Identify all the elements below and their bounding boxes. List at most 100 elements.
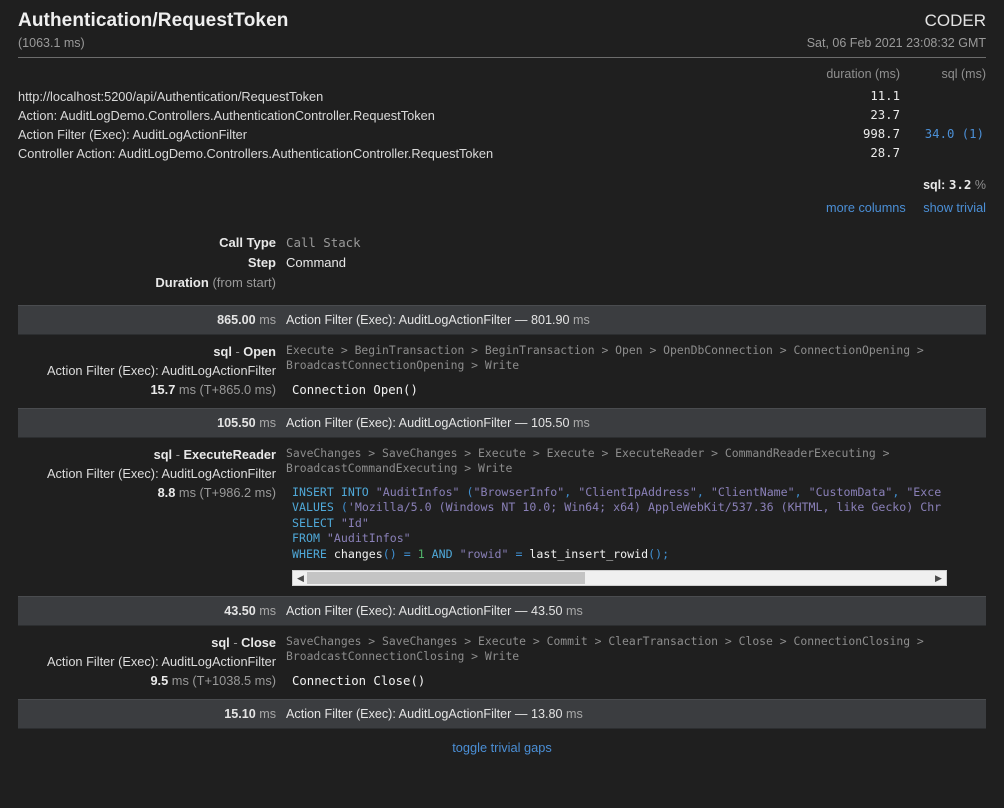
sql-percent-label: sql: (923, 178, 946, 192)
query-call-type-prefix: sql (153, 447, 173, 462)
sql-percent-unit: % (974, 178, 986, 192)
query-command: Connection Open() (292, 383, 418, 397)
query-duration-offset: (T+865.0 ms) (199, 382, 276, 397)
query-meta: sql - Close Action Filter (Exec): AuditL… (18, 634, 286, 689)
gap-description-text: Action Filter (Exec): AuditLogActionFilt… (286, 313, 570, 327)
gap-description: Action Filter (Exec): AuditLogActionFilt… (286, 313, 590, 327)
gap-duration-unit: ms (259, 313, 276, 327)
scroll-right-arrow-icon[interactable]: ▶ (932, 571, 945, 585)
legend-row-step: Step Command (18, 253, 986, 273)
table-row[interactable]: Controller Action: AuditLogDemo.Controll… (18, 144, 986, 163)
gap-description-text: Action Filter (Exec): AuditLogActionFilt… (286, 604, 563, 619)
query-call-stack: SaveChanges > SaveChanges > Execute > Ex… (286, 446, 890, 475)
query-duration-value: 8.8 (157, 485, 176, 500)
gap-duration-unit: ms (259, 707, 276, 722)
timing-name: Action Filter (Exec): AuditLogActionFilt… (18, 127, 248, 142)
legend-duration-key-soft: (from start) (212, 275, 276, 290)
timing-duration: 11.1 (870, 89, 900, 103)
query-row[interactable]: sql - Close Action Filter (Exec): AuditL… (18, 626, 986, 699)
profiler-header: Authentication/RequestToken (1063.1 ms) … (0, 0, 1004, 51)
timing-sql[interactable] (900, 144, 986, 163)
query-meta: sql - Open Action Filter (Exec): AuditLo… (18, 343, 286, 398)
query-call-type-dash: - (235, 344, 240, 359)
legend-call-type-key: Call Type (219, 235, 276, 250)
legend-step-value: Command (286, 255, 346, 270)
sql-horizontal-scrollbar[interactable]: ◀ ▶ (292, 570, 947, 587)
timing-sql[interactable] (900, 87, 986, 106)
footer-links: toggle trivial gaps (18, 740, 986, 755)
trivial-gap-row[interactable]: 15.10 ms Action Filter (Exec): AuditLogA… (18, 699, 986, 730)
timing-sql[interactable]: 34.0 (1) (900, 125, 986, 144)
queries-list: 865.00 ms Action Filter (Exec): AuditLog… (18, 305, 986, 730)
gap-duration: 105.50 ms (18, 416, 286, 430)
legend-duration-key: Duration (from start) (18, 273, 286, 293)
gap-duration-value: 43.50 (224, 604, 256, 619)
gap-description-text: Action Filter (Exec): AuditLogActionFilt… (286, 416, 570, 430)
query-call-type-prefix: sql (213, 344, 232, 359)
header-right: CODER Sat, 06 Feb 2021 23:08:32 GMT (807, 10, 986, 51)
gap-duration-value: 105.50 (217, 416, 256, 430)
query-call-type-prefix: sql (211, 635, 230, 651)
machine-name: CODER (924, 11, 986, 30)
table-row[interactable]: Action: AuditLogDemo.Controllers.Authent… (18, 106, 986, 125)
profiler-page: Authentication/RequestToken (1063.1 ms) … (0, 0, 1004, 808)
more-columns-link[interactable]: more columns (826, 201, 906, 215)
request-timestamp: Sat, 06 Feb 2021 23:08:32 GMT (806, 36, 986, 50)
gap-duration-value: 15.10 (224, 707, 256, 722)
query-duration: 15.7 ms (T+865.0 ms) (18, 381, 276, 398)
trivial-gap-row[interactable]: 865.00 ms Action Filter (Exec): AuditLog… (18, 305, 986, 335)
table-row[interactable]: http://localhost:5200/api/Authentication… (18, 87, 986, 106)
timings-table: duration (ms) sql (ms) http://localhost:… (18, 64, 986, 163)
query-call-stack: SaveChanges > SaveChanges > Execute > Co… (286, 634, 924, 664)
query-command: Connection Close() (292, 674, 426, 689)
query-row[interactable]: sql - Open Action Filter (Exec): AuditLo… (18, 335, 986, 408)
sql-percent-value: 3.2 (948, 177, 972, 192)
table-row[interactable]: Action Filter (Exec): AuditLogActionFilt… (18, 125, 986, 144)
gap-duration: 15.10 ms (18, 707, 286, 721)
show-trivial-link[interactable]: show trivial (923, 201, 986, 215)
gap-duration-unit: ms (259, 604, 276, 619)
queries-legend: Call Type Call Stack Step Command Durati… (18, 233, 986, 293)
header-links: more columns show trivial (18, 201, 986, 215)
timing-name: Action: AuditLogDemo.Controllers.Authent… (18, 108, 435, 123)
query-row[interactable]: sql - ExecuteReader Action Filter (Exec)… (18, 438, 986, 596)
query-call-type-name: Close (241, 635, 276, 651)
query-duration-unit: ms (178, 485, 196, 500)
query-step: Action Filter (Exec): AuditLogActionFilt… (46, 363, 276, 378)
query-call-type-name: Open (243, 344, 276, 359)
query-call-stack: Execute > BeginTransaction > BeginTransa… (286, 343, 924, 372)
timings-sql-header: sql (ms) (941, 67, 986, 81)
query-body: SaveChanges > SaveChanges > Execute > Co… (286, 634, 986, 689)
query-call-type-name: ExecuteReader (183, 447, 276, 462)
gap-description: Action Filter (Exec): AuditLogActionFilt… (286, 604, 583, 618)
legend-duration-key-text: Duration (155, 275, 209, 290)
trivial-gap-row[interactable]: 105.50 ms Action Filter (Exec): AuditLog… (18, 408, 986, 438)
page-title: Authentication/RequestToken (18, 10, 289, 31)
scroll-left-arrow-icon[interactable]: ◀ (294, 571, 307, 585)
trivial-gap-row[interactable]: 43.50 ms Action Filter (Exec): AuditLogA… (18, 596, 986, 627)
query-sql-command: INSERT INTO "AuditInfos" ("BrowserInfo",… (292, 485, 941, 561)
scrollbar-thumb[interactable] (307, 572, 585, 585)
legend-row-call-type: Call Type Call Stack (18, 233, 986, 253)
toggle-trivial-gaps-link[interactable]: toggle trivial gaps (452, 740, 552, 755)
query-call-type-dash: - (175, 447, 180, 462)
sql-percent-row: sql: 3.2 % (18, 177, 986, 192)
gap-description-unit: ms (565, 707, 583, 722)
legend-step-key: Step (247, 255, 276, 270)
timings-duration-header: duration (ms) (826, 67, 900, 81)
timing-name: Controller Action: AuditLogDemo.Controll… (18, 146, 494, 161)
query-duration: 9.5 ms (T+1038.5 ms) (18, 672, 276, 689)
gap-duration-value: 865.00 (217, 313, 256, 327)
timing-sql[interactable] (900, 106, 986, 125)
header-divider (18, 57, 986, 58)
gap-duration: 865.00 ms (18, 313, 286, 327)
legend-call-type-value: Call Stack (286, 235, 361, 250)
query-call-type: sql - ExecuteReader (18, 446, 276, 463)
gap-description-unit: ms (573, 313, 590, 327)
query-duration-unit: ms (171, 673, 189, 689)
timing-duration: 23.7 (870, 108, 900, 122)
timing-duration: 998.7 (862, 127, 900, 141)
gap-duration-unit: ms (259, 416, 276, 430)
query-duration: 8.8 ms (T+986.2 ms) (18, 484, 276, 501)
total-duration: (1063.1 ms) (18, 36, 85, 50)
